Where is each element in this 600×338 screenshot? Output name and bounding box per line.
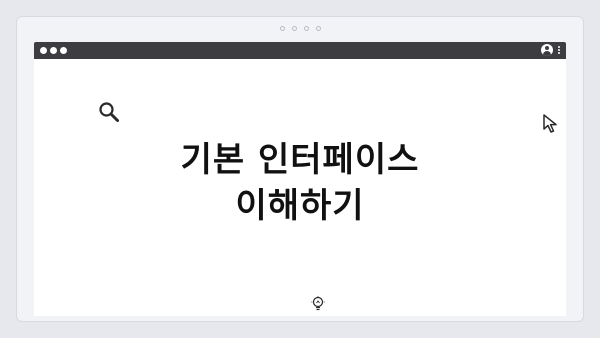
cursor-icon <box>543 114 557 133</box>
page-dot-icon[interactable] <box>315 26 321 31</box>
page-dot-icon[interactable] <box>303 26 309 31</box>
maximize-dot-icon[interactable] <box>60 47 67 54</box>
minimize-dot-icon[interactable] <box>50 47 57 54</box>
title-line-2: 이해하기 <box>235 186 365 226</box>
browser-content: 기본 인터페이스 이해하기 <box>34 59 566 316</box>
browser-bar-actions <box>541 44 560 56</box>
slide-frame: 기본 인터페이스 이해하기 <box>16 16 584 322</box>
page-dot-icon[interactable] <box>291 26 297 31</box>
lightbulb-icon <box>311 296 325 311</box>
user-icon[interactable] <box>541 44 553 56</box>
page-dot-icon[interactable] <box>279 26 285 31</box>
close-dot-icon[interactable] <box>40 47 47 54</box>
window-controls <box>40 47 67 54</box>
title-line-1: 기본 인터페이스 <box>180 140 420 180</box>
page-title: 기본 인터페이스 이해하기 <box>34 137 566 229</box>
browser-title-bar <box>34 42 566 59</box>
search-icon <box>99 102 119 122</box>
kebab-menu-icon[interactable] <box>558 46 560 54</box>
page-indicator <box>17 26 583 31</box>
